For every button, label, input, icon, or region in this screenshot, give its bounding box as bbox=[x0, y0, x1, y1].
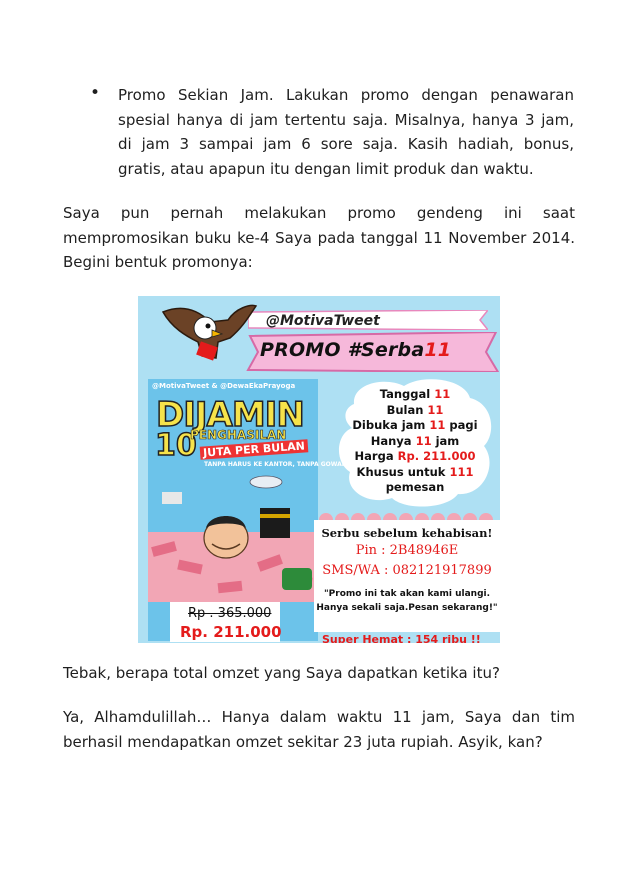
book-subtitle-1: PENGHASILAN bbox=[190, 428, 287, 443]
info-open-suffix: pagi bbox=[445, 418, 478, 432]
promo-info-lines: Tanggal 11 Bulan 11 Dibuka jam 11 pagi H… bbox=[334, 387, 496, 496]
info-price: Harga Rp. 211.000 bbox=[334, 449, 496, 465]
ribbon-prefix: PROMO #Serba bbox=[260, 339, 425, 361]
document-page: • Promo Sekian Jam. Lakukan promo dengan… bbox=[0, 0, 637, 892]
info-duration-value: 11 bbox=[415, 433, 432, 448]
price-original: Rp . 365.000 bbox=[188, 606, 272, 621]
paragraph-intro: Saya pun pernah melakukan promo gendeng … bbox=[63, 204, 575, 272]
order-phone: SMS/WA : 082121917899 bbox=[322, 563, 492, 578]
promo-image: @MotivaTweet PROMO #Serba11 @MotivaTweet… bbox=[138, 296, 500, 643]
info-quota-label: Khusus untuk bbox=[356, 464, 450, 479]
info-date-label: Tanggal bbox=[379, 387, 435, 401]
price-promo: Rp. 211.000 bbox=[180, 623, 282, 641]
info-duration-suffix: jam bbox=[431, 433, 460, 448]
info-month: Bulan 11 bbox=[334, 403, 496, 419]
info-open-value: 11 bbox=[429, 418, 446, 432]
order-pin: Pin : 2B48946E bbox=[355, 543, 459, 558]
order-note: "Promo ini tak akan kami ulangi. Hanya s… bbox=[314, 587, 500, 615]
info-duration: Hanya 11 jam bbox=[334, 434, 496, 450]
order-note-line-2: Hanya sekali saja.Pesan sekarang!" bbox=[316, 603, 498, 613]
book-authors: @MotivaTweet & @DewaEkaPrayoga bbox=[152, 382, 296, 390]
info-open-label: Dibuka jam bbox=[352, 418, 430, 432]
info-month-label: Bulan bbox=[386, 402, 428, 417]
info-month-value: 11 bbox=[427, 402, 444, 417]
info-price-value: Rp. 211.000 bbox=[397, 449, 476, 463]
info-date: Tanggal 11 bbox=[334, 387, 496, 403]
order-headline: Serbu sebelum kehabisan! bbox=[321, 526, 493, 540]
book-illustration bbox=[148, 475, 318, 602]
ribbon-number: 11 bbox=[424, 339, 452, 361]
super-hemat-text: Super Hemat : 154 ribu !! bbox=[322, 633, 481, 643]
info-price-label: Harga bbox=[354, 449, 398, 463]
twitter-handle: @MotivaTweet bbox=[266, 313, 380, 329]
info-duration-label: Hanya bbox=[370, 433, 416, 448]
bullet-item-text: Promo Sekian Jam. Lakukan promo dengan p… bbox=[118, 86, 574, 178]
order-note-line-1: "Promo ini tak akan kami ulangi. bbox=[323, 589, 491, 599]
paragraph-result: Ya, Alhamdulillah… Hanya dalam waktu 11 … bbox=[63, 708, 575, 751]
info-quota-value: 111 bbox=[449, 464, 474, 479]
bullet-marker: • bbox=[90, 83, 101, 103]
eagle-mascot-icon bbox=[161, 304, 258, 361]
info-open: Dibuka jam 11 pagi bbox=[334, 418, 496, 434]
paragraph-question: Tebak, berapa total omzet yang Saya dapa… bbox=[63, 664, 500, 682]
info-buyers: pemesan bbox=[385, 480, 445, 494]
info-quota: Khusus untuk 111 bbox=[334, 465, 496, 481]
promo-ribbon-label: PROMO #Serba11 bbox=[260, 339, 451, 361]
info-date-value: 11 bbox=[434, 387, 451, 401]
